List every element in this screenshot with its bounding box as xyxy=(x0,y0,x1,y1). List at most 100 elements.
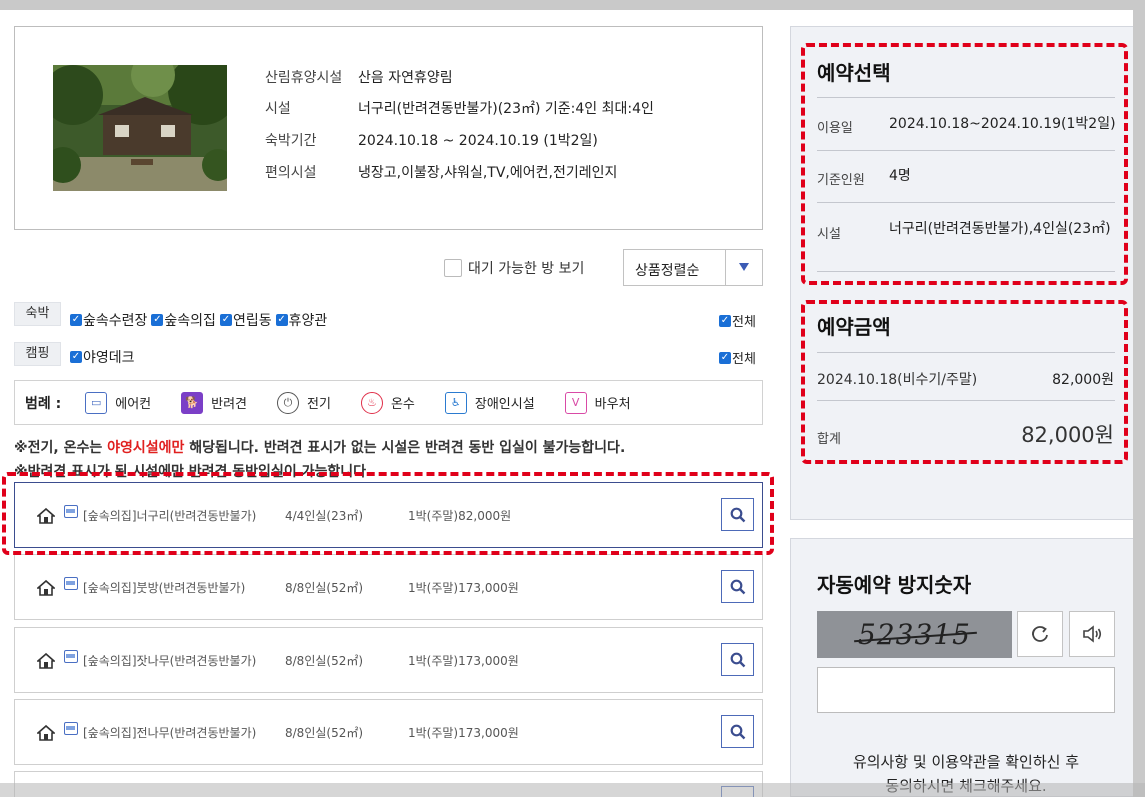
filter-checkbox[interactable]: ✓ 휴양관 xyxy=(275,310,328,330)
room-price: 1박(주말)173,000원 xyxy=(408,581,519,595)
legend-label: 전기 xyxy=(307,397,331,412)
house-icon xyxy=(35,724,57,745)
legend-label: 바우처 xyxy=(594,397,631,412)
camping-filter-group: ✓ 야영데크 xyxy=(70,347,135,367)
facility-row: 편의시설 냉장고,이불장,샤워실,TV,에어컨,전기레인지 xyxy=(265,162,617,182)
notice-highlight: 야영시설에만 xyxy=(107,440,185,456)
room-row[interactable]: [숲속의집]전나무(반려견동반불가) 8/8인실(52㎡) 1박(주말)173,… xyxy=(14,699,763,765)
room-capacity: 8/8인실(52㎡) xyxy=(285,654,364,668)
filter-label: 휴양관 xyxy=(288,313,328,329)
air-conditioner-icon: ▭ xyxy=(85,391,108,414)
notice-line-1: ※전기, 온수는 야영시설에만 해당됩니다. 반려견 표시가 없는 시설은 반려… xyxy=(14,437,625,457)
facility-row-label: 시설 xyxy=(265,101,291,117)
filter-checkbox[interactable]: ✓ 숲속의집 xyxy=(151,310,216,330)
captcha-audio-button[interactable] xyxy=(1069,611,1115,657)
highlight-selected-room xyxy=(2,472,774,555)
filter-label: 연립동 xyxy=(232,313,272,329)
filter-checkbox[interactable]: ✓ 연립동 xyxy=(219,310,272,330)
facility-row-label: 편의시설 xyxy=(265,165,317,181)
lodging-all-checkbox[interactable]: ✓ 전체 xyxy=(719,311,756,330)
filter-label: 숲속수련장 xyxy=(83,313,148,329)
legend-item: ♿ 장애인시설 xyxy=(444,391,535,414)
facility-row-label: 숙박기간 xyxy=(265,133,317,149)
room-detail-button[interactable] xyxy=(721,570,754,603)
right-gray-band xyxy=(1133,0,1145,797)
checkmark-icon: ✓ xyxy=(151,314,164,326)
search-icon xyxy=(730,724,745,739)
chevron-down-icon xyxy=(739,263,749,271)
room-price: 1박(주말)173,000원 xyxy=(408,726,519,740)
legend-item: V 바우처 xyxy=(564,391,631,414)
notice-text: 해당됩니다. 반려견 표시가 없는 시설은 반려견 동반 입실이 불가능합니다. xyxy=(184,440,626,456)
captcha-input[interactable] xyxy=(817,667,1115,713)
hot-water-icon: ♨ xyxy=(360,391,383,414)
filter-checkbox[interactable]: ✓ 야영데크 xyxy=(70,347,135,367)
checkmark-icon: ✓ xyxy=(219,314,232,326)
captcha-title: 자동예약 방지숫자 xyxy=(817,573,972,597)
checkbox-box[interactable] xyxy=(444,259,462,277)
air-conditioner-icon xyxy=(64,577,78,590)
search-icon xyxy=(730,652,745,667)
sort-select-value: 상품정렬순 xyxy=(635,263,700,279)
filter-label: 숲속의집 xyxy=(164,313,216,329)
filter-checkbox[interactable]: ✓ 숲속수련장 xyxy=(70,310,147,330)
captcha-code: 523315 xyxy=(858,618,971,651)
plug-icon: ⏻ xyxy=(277,391,300,414)
checkmark-icon: ✓ xyxy=(275,314,288,326)
wheelchair-icon: ♿ xyxy=(444,391,467,414)
captcha-panel: 자동예약 방지숫자 523315 유의사항 및 이용약관을 확인하신 후 동의하… xyxy=(790,538,1139,797)
air-conditioner-icon xyxy=(64,650,78,663)
room-capacity: 8/8인실(52㎡) xyxy=(285,726,364,740)
legend-label: 온수 xyxy=(390,397,415,412)
sort-select[interactable]: 상품정렬순 xyxy=(623,249,763,286)
voucher-icon: V xyxy=(564,391,587,414)
captcha-refresh-button[interactable] xyxy=(1017,611,1063,657)
facility-row: 숙박기간 2024.10.18 ~ 2024.10.19 (1박2일) xyxy=(265,130,598,150)
lodging-filter-group: ✓ 숲속수련장 ✓ 숲속의집 ✓ 연립동 ✓ 휴양관 xyxy=(70,310,327,330)
facility-row: 산림휴양시설 산음 자연휴양림 xyxy=(265,67,453,87)
house-icon xyxy=(35,652,57,673)
wait-available-checkbox[interactable]: 대기 가능한 방 보기 xyxy=(444,258,584,278)
room-name: [숲속의집]잣나무(반려견동반불가) xyxy=(83,654,257,668)
room-price: 1박(주말)173,000원 xyxy=(408,654,519,668)
sort-divider xyxy=(725,250,726,285)
category-tag-lodging: 숙박 xyxy=(14,302,61,326)
all-label: 전체 xyxy=(732,315,756,330)
facility-row-value: 너구리(반려견동반불가)(23㎡) 기준:4인 최대:4인 xyxy=(358,101,654,117)
legend-bar: 범례 : ▭ 에어컨 🐕 반려견 ⏻ 전기 ♨ 온수 ♿ 장애인시설 V 바우처 xyxy=(14,380,763,425)
room-capacity: 8/8인실(52㎡) xyxy=(285,581,364,595)
top-gray-band xyxy=(0,0,1145,10)
highlight-payment xyxy=(801,300,1128,464)
room-row[interactable]: [숲속의집]붓방(반려견동반불가) 8/8인실(52㎡) 1박(주말)173,0… xyxy=(14,554,763,620)
room-row[interactable]: [숲속의집]잣나무(반려견동반불가) 8/8인실(52㎡) 1박(주말)173,… xyxy=(14,627,763,693)
legend-item: ▭ 에어컨 xyxy=(85,391,152,414)
legend-label: 에어컨 xyxy=(115,397,152,412)
legend-title: 범례 : xyxy=(25,395,62,412)
checkmark-icon: ✓ xyxy=(70,314,82,326)
room-name: [숲속의집]붓방(반려견동반불가) xyxy=(83,581,246,595)
filter-label: 야영데크 xyxy=(83,350,135,366)
checkmark-icon: ✓ xyxy=(719,351,731,364)
legend-item: ⏻ 전기 xyxy=(277,391,331,414)
refresh-icon xyxy=(1032,626,1048,642)
category-tag-camping: 캠핑 xyxy=(14,342,61,366)
room-detail-button[interactable] xyxy=(721,715,754,748)
room-name: [숲속의집]전나무(반려견동반불가) xyxy=(83,726,257,740)
facility-info-panel: 산림휴양시설 산음 자연휴양림 시설 너구리(반려견동반불가)(23㎡) 기준:… xyxy=(14,26,763,230)
facility-photo xyxy=(53,65,227,191)
legend-label: 장애인시설 xyxy=(474,397,535,412)
wait-available-label: 대기 가능한 방 보기 xyxy=(468,261,585,277)
dog-icon: 🐕 xyxy=(181,391,204,414)
facility-row-value: 산음 자연휴양림 xyxy=(358,70,453,86)
camping-all-checkbox[interactable]: ✓ 전체 xyxy=(719,348,756,367)
house-icon xyxy=(35,579,57,600)
speaker-icon xyxy=(1083,625,1102,643)
bottom-shade xyxy=(0,783,1145,797)
facility-row-label: 산림휴양시설 xyxy=(265,70,343,86)
room-detail-button[interactable] xyxy=(721,643,754,676)
facility-row-value: 2024.10.18 ~ 2024.10.19 (1박2일) xyxy=(358,133,598,149)
highlight-reservation xyxy=(801,43,1128,285)
page: 산림휴양시설 산음 자연휴양림 시설 너구리(반려견동반불가)(23㎡) 기준:… xyxy=(0,0,1145,797)
legend-item: ♨ 온수 xyxy=(360,391,415,414)
terms-notice-line: 유의사항 및 이용약관을 확인하신 후 xyxy=(852,753,1080,771)
